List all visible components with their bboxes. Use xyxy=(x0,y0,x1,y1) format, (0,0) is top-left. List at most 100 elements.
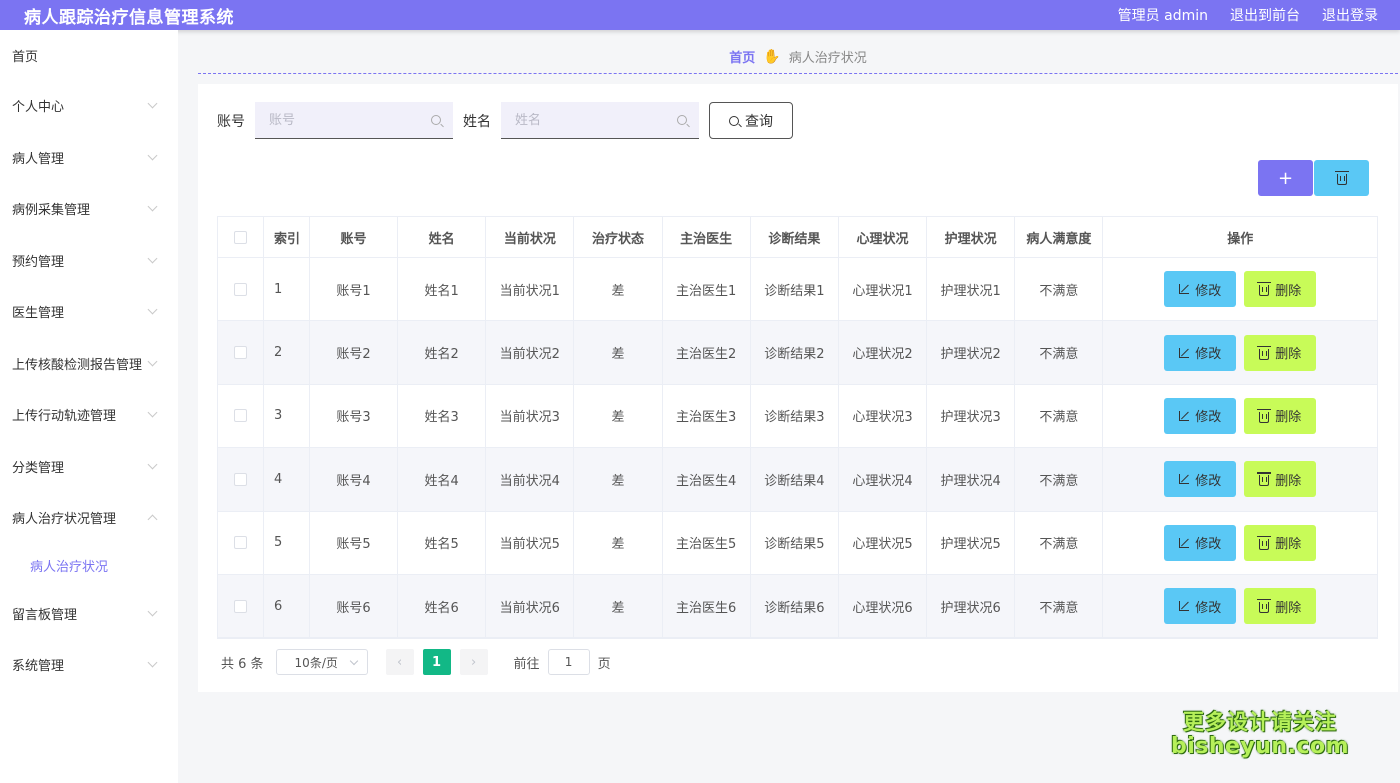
total-count: 共 6 条 xyxy=(221,656,264,672)
row-select-cell xyxy=(218,511,264,574)
goto-prefix: 前往 xyxy=(513,656,540,672)
edit-button[interactable]: 修改 xyxy=(1164,524,1237,561)
table-cell: 6 xyxy=(264,574,310,638)
header-cell: 索引 xyxy=(264,217,310,257)
row-checkbox[interactable] xyxy=(233,599,247,613)
name-input[interactable] xyxy=(515,112,665,128)
batch-delete-button[interactable] xyxy=(1314,160,1369,196)
next-page-button[interactable]: › xyxy=(459,649,488,675)
sidebar-item-home[interactable]: 首页 xyxy=(0,30,178,80)
edit-icon xyxy=(1179,410,1190,421)
table-cell: 2 xyxy=(264,321,310,384)
edit-icon xyxy=(1179,347,1190,358)
select-all-checkbox[interactable] xyxy=(233,230,247,244)
row-select-cell xyxy=(218,258,264,321)
table-cell: 账号1 xyxy=(310,258,399,321)
table-cell: 诊断结果6 xyxy=(751,574,839,638)
edit-label: 修改 xyxy=(1195,283,1222,299)
delete-button[interactable]: 删除 xyxy=(1244,588,1317,625)
table-cell: 主治医生4 xyxy=(663,448,751,511)
sidebar-item-doctor[interactable]: 医生管理 xyxy=(0,286,178,338)
row-checkbox[interactable] xyxy=(233,282,247,296)
query-label: 查询 xyxy=(745,113,773,130)
sidebar-item-personal-center[interactable]: 个人中心 xyxy=(0,80,178,132)
sidebar-item-nucleic-report[interactable]: 上传核酸检测报告管理 xyxy=(0,338,178,390)
pagination: 共 6 条 10条/页 ‹ 1 › 前往 1 页 xyxy=(221,649,611,675)
sidebar-item-label: 预约管理 xyxy=(12,254,65,270)
table-cell: 差 xyxy=(574,321,663,384)
table-cell: 心理状况3 xyxy=(839,384,928,448)
table-cell: 诊断结果3 xyxy=(751,384,839,448)
row-checkbox[interactable] xyxy=(233,409,247,423)
sidebar-item-case-collection[interactable]: 病例采集管理 xyxy=(0,183,178,235)
table-cell: 1 xyxy=(264,258,310,321)
table-cell: 不满意 xyxy=(1015,321,1104,384)
page-size-value: 10条/页 xyxy=(294,655,338,670)
name-label: 姓名 xyxy=(463,113,491,130)
table-row: 6 账号6 姓名6 当前状况6 差主治医生6 诊断结果6 心理状况6 护理状况6 不满意 修改 删除 xyxy=(218,574,1377,639)
sidebar-item-trajectory[interactable]: 上传行动轨迹管理 xyxy=(0,389,178,441)
delete-button[interactable]: 删除 xyxy=(1244,524,1317,561)
sidebar-item-message-board[interactable]: 留言板管理 xyxy=(0,588,178,640)
edit-button[interactable]: 修改 xyxy=(1164,334,1237,371)
delete-label: 删除 xyxy=(1275,600,1302,616)
exit-to-front-link[interactable]: 退出到前台 xyxy=(1230,5,1300,25)
table-cell: 账号2 xyxy=(310,321,399,384)
delete-label: 删除 xyxy=(1275,537,1302,553)
row-checkbox[interactable] xyxy=(233,536,247,550)
sidebar-item-system[interactable]: 系统管理 xyxy=(0,639,178,691)
add-button[interactable]: + xyxy=(1258,160,1313,196)
edit-button[interactable]: 修改 xyxy=(1164,397,1237,434)
sidebar-item-treatment-status[interactable]: 病人治疗状况管理 xyxy=(0,492,178,544)
delete-button[interactable]: 删除 xyxy=(1244,461,1317,498)
edit-button[interactable]: 修改 xyxy=(1164,271,1237,308)
table-cell: 主治医生2 xyxy=(663,321,751,384)
prev-page-button[interactable]: ‹ xyxy=(385,649,414,675)
header-cell: 账号 xyxy=(310,217,399,257)
name-search-field[interactable] xyxy=(501,102,699,139)
table-cell: 姓名1 xyxy=(398,258,487,321)
sidebar-item-label: 个人中心 xyxy=(12,100,65,116)
delete-button[interactable]: 删除 xyxy=(1244,271,1317,308)
row-actions: 修改 删除 xyxy=(1103,385,1377,447)
delete-button[interactable]: 删除 xyxy=(1244,334,1317,371)
sidebar-item-label: 分类管理 xyxy=(12,460,65,476)
search-icon xyxy=(729,115,739,126)
table-cell: 不满意 xyxy=(1015,258,1104,321)
edit-button[interactable]: 修改 xyxy=(1164,461,1237,498)
chevron-down-icon xyxy=(147,407,158,418)
breadcrumb-home[interactable]: 首页 xyxy=(729,47,755,66)
row-checkbox[interactable] xyxy=(233,472,247,486)
header-cell: 主治医生 xyxy=(663,217,751,257)
logout-link[interactable]: 退出登录 xyxy=(1322,5,1378,25)
query-button[interactable]: 查询 xyxy=(709,102,793,139)
header-cell: 姓名 xyxy=(398,217,487,257)
sidebar-item-label: 病人治疗状况管理 xyxy=(12,512,117,528)
account-input[interactable] xyxy=(269,112,419,128)
edit-button[interactable]: 修改 xyxy=(1164,588,1237,625)
account-search-field[interactable] xyxy=(255,102,453,139)
goto-page-input[interactable]: 1 xyxy=(547,649,590,675)
row-actions: 修改 删除 xyxy=(1103,448,1377,510)
edit-label: 修改 xyxy=(1195,537,1222,553)
edit-icon xyxy=(1179,537,1190,548)
table-cell: 护理状况4 xyxy=(927,448,1016,511)
row-select-cell xyxy=(218,384,264,448)
delete-button[interactable]: 删除 xyxy=(1244,397,1317,434)
watermark-line1: 更多设计请关注 xyxy=(1183,710,1337,734)
sidebar-subitem-treatment-status[interactable]: 病人治疗状况 xyxy=(0,544,178,588)
page-size-select[interactable]: 10条/页 xyxy=(275,649,368,675)
header-cell: 操作 xyxy=(1227,231,1254,247)
table-cell: 诊断结果1 xyxy=(751,258,839,321)
row-checkbox[interactable] xyxy=(233,346,247,360)
header-cell: 当前状况 xyxy=(486,217,575,257)
sidebar-item-appointment[interactable]: 预约管理 xyxy=(0,235,178,287)
sidebar-item-patient-management[interactable]: 病人管理 xyxy=(0,132,178,184)
page-number-1[interactable]: 1 xyxy=(422,649,451,675)
sidebar-item-category[interactable]: 分类管理 xyxy=(0,441,178,493)
table-cell: 主治医生1 xyxy=(663,258,751,321)
search-icon xyxy=(677,115,687,125)
table-cell: 当前状况3 xyxy=(486,384,575,448)
table-cell: 不满意 xyxy=(1015,448,1104,511)
trash-icon xyxy=(1334,171,1349,185)
